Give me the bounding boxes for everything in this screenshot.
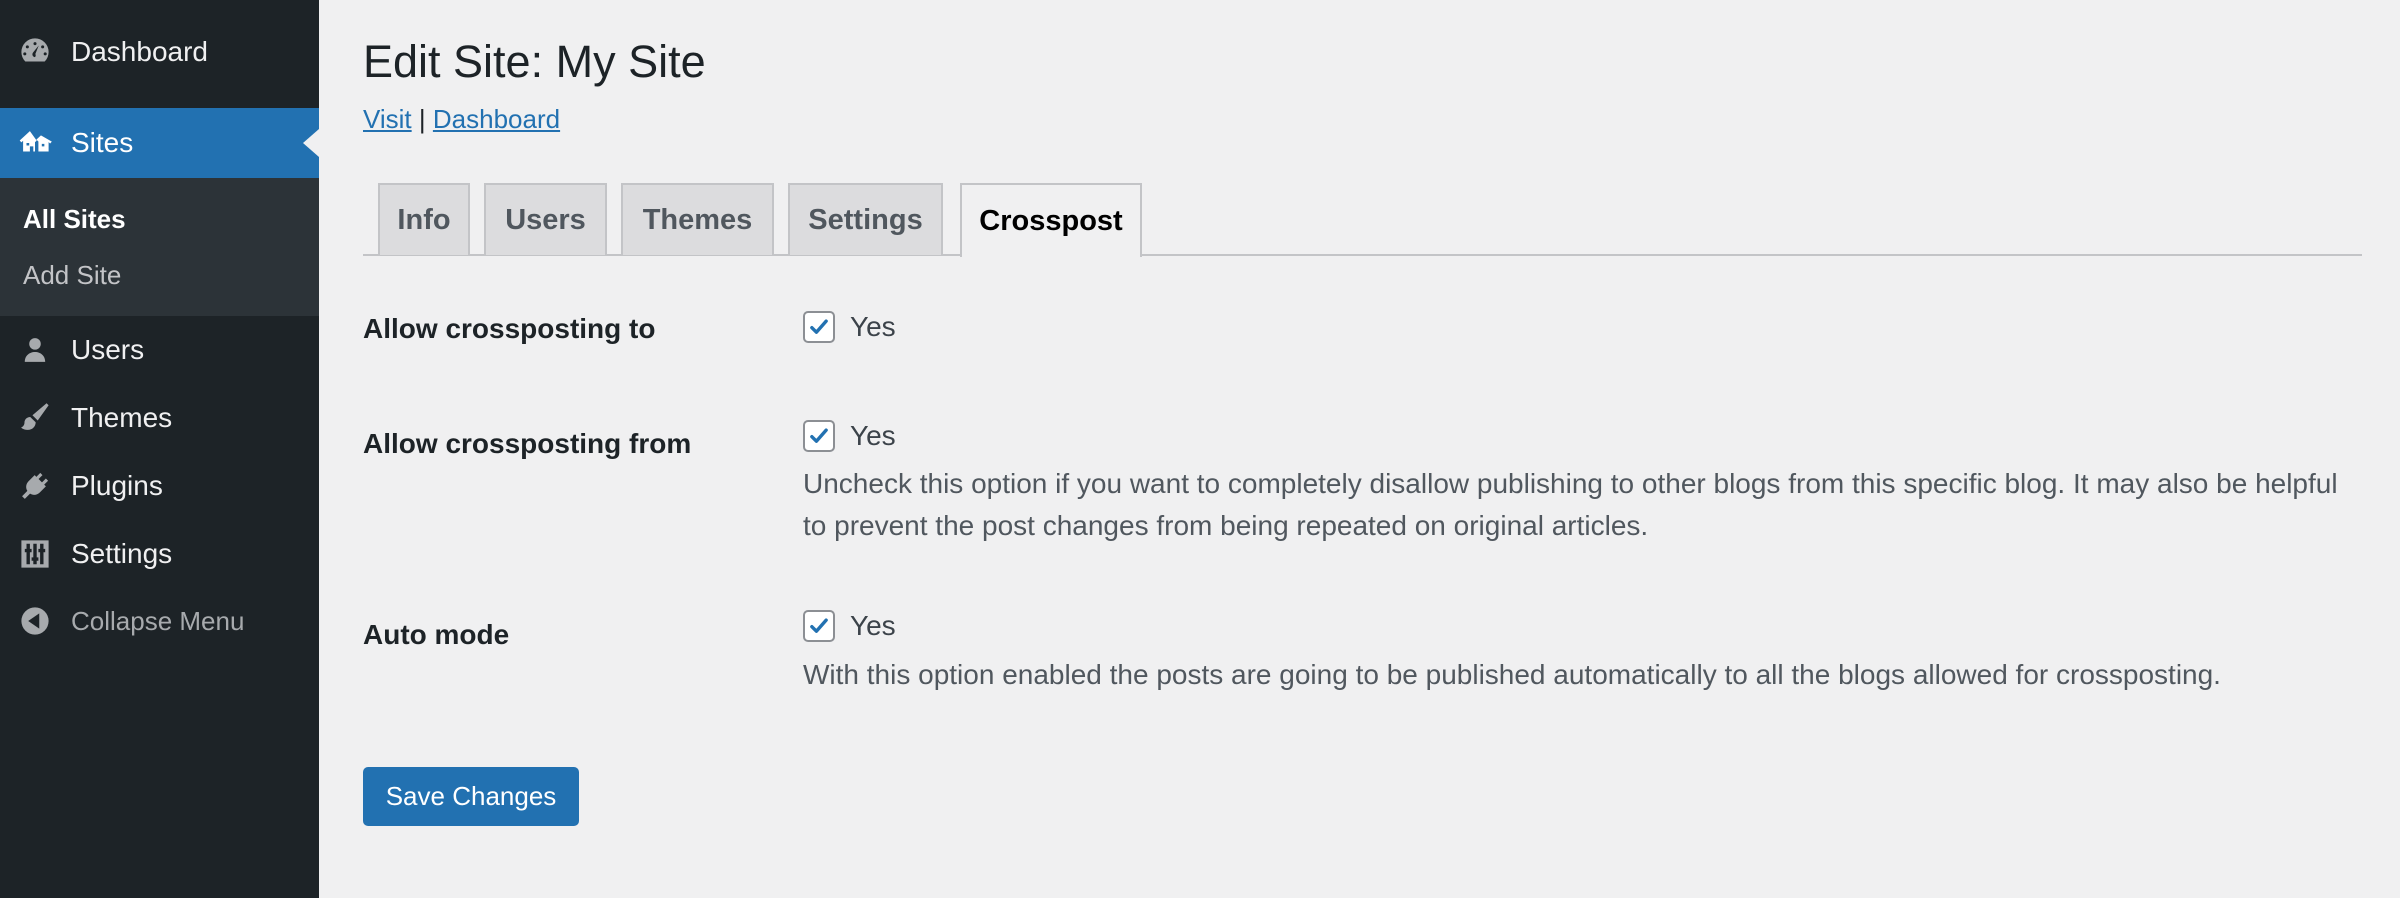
visit-link[interactable]: Visit <box>363 104 412 134</box>
checkbox-label[interactable]: Yes <box>850 610 896 642</box>
user-icon <box>18 333 52 367</box>
nav-tabs: Info Users Themes Settings Crosspost <box>363 183 2362 257</box>
main-content: Edit Site: My Site Visit | Dashboard Inf… <box>319 0 2400 898</box>
checkbox-label[interactable]: Yes <box>850 420 896 452</box>
submenu-item-add-site[interactable]: Add Site <box>23 260 121 291</box>
checkmark-icon <box>810 428 828 443</box>
allow-crossposting-to-label: Allow crossposting to <box>363 313 656 344</box>
collapse-menu-button[interactable]: Collapse Menu <box>0 592 319 650</box>
sites-houses-icon <box>18 126 52 160</box>
sidebar-item-themes[interactable]: Themes <box>0 388 319 448</box>
checkmark-icon <box>810 618 828 633</box>
checkmark-icon <box>810 319 828 334</box>
submenu-item-all-sites[interactable]: All Sites <box>23 204 126 235</box>
link-separator: | <box>418 104 426 134</box>
paintbrush-icon <box>18 401 52 435</box>
sidebar-item-label: Sites <box>71 127 134 158</box>
allow-crossposting-from-checkbox[interactable] <box>803 420 835 452</box>
auto-mode-label: Auto mode <box>363 619 510 650</box>
sidebar-item-dashboard[interactable]: Dashboard <box>0 22 319 82</box>
auto-mode-description: With this option enabled the posts are g… <box>803 659 2221 690</box>
tab-themes[interactable]: Themes <box>621 183 774 255</box>
sidebar-item-label: Dashboard <box>71 36 208 67</box>
sidebar-item-label: Settings <box>71 538 173 569</box>
allow-crossposting-from-description: Uncheck this option if you want to compl… <box>803 468 2338 541</box>
sidebar-item-sites[interactable]: Sites <box>0 108 319 178</box>
tab-users[interactable]: Users <box>484 183 607 255</box>
sidebar-item-label: Users <box>71 334 145 365</box>
checkbox-label[interactable]: Yes <box>850 311 896 343</box>
site-action-links: Visit | Dashboard <box>363 104 560 135</box>
allow-crossposting-to-checkbox[interactable] <box>803 311 835 343</box>
plugin-plug-icon <box>18 469 52 503</box>
sidebar-item-label: Plugins <box>71 470 163 501</box>
tab-settings[interactable]: Settings <box>788 183 943 255</box>
page-title: Edit Site: My Site <box>363 36 706 87</box>
sidebar-item-plugins[interactable]: Plugins <box>0 456 319 516</box>
settings-sliders-icon <box>18 537 52 571</box>
sidebar-item-users[interactable]: Users <box>0 320 319 380</box>
auto-mode-option: Yes <box>803 610 896 642</box>
sidebar-item-settings[interactable]: Settings <box>0 524 319 584</box>
sidebar-item-label: Themes <box>71 402 173 433</box>
admin-sidebar: Dashboard Sites All Sites Add Site Users… <box>0 0 319 898</box>
allow-crossposting-to-option: Yes <box>803 311 896 343</box>
save-changes-button[interactable]: Save Changes <box>363 767 579 826</box>
dashboard-link[interactable]: Dashboard <box>433 104 560 134</box>
dashboard-gauge-icon <box>18 35 52 69</box>
tab-info[interactable]: Info <box>378 183 470 255</box>
sites-submenu: All Sites Add Site <box>0 178 319 316</box>
tab-crosspost[interactable]: Crosspost <box>960 183 1142 257</box>
allow-crossposting-from-option: Yes <box>803 420 896 452</box>
sidebar-item-label: Collapse Menu <box>71 605 245 636</box>
collapse-arrow-icon <box>18 604 52 638</box>
allow-crossposting-from-label: Allow crossposting from <box>363 428 692 459</box>
auto-mode-checkbox[interactable] <box>803 610 835 642</box>
